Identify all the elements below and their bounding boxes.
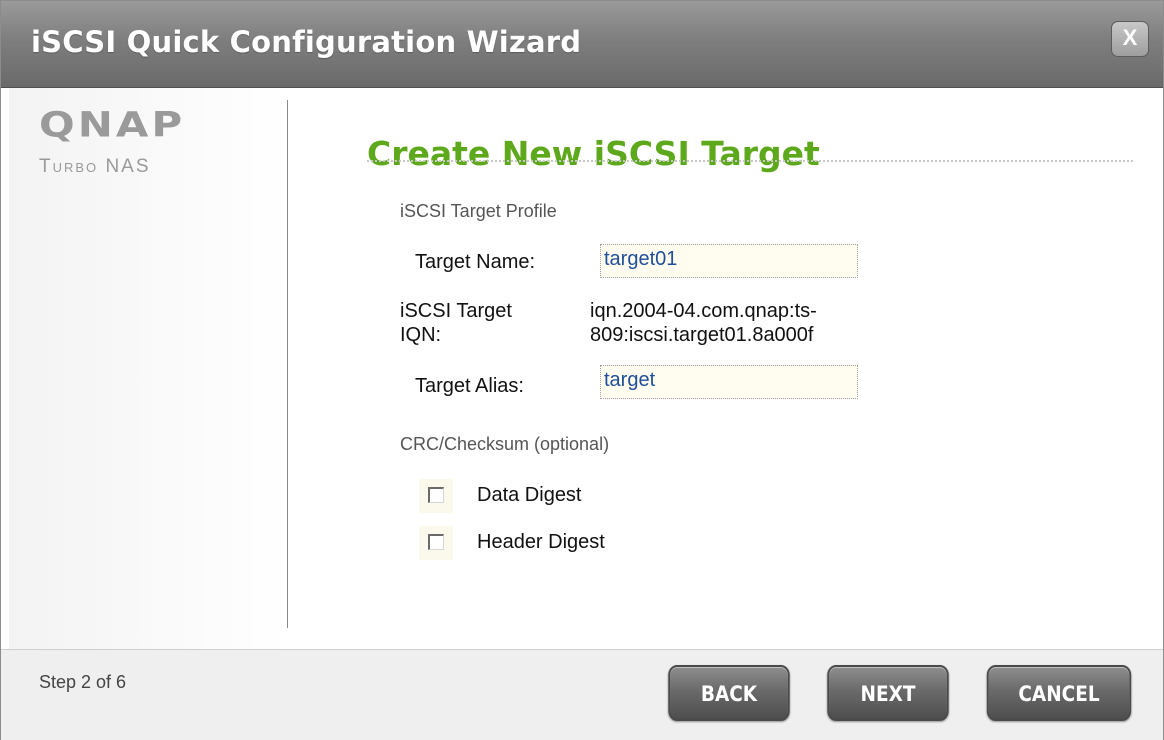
target-name-label: Target Name: [415, 251, 536, 273]
close-icon: X [1122, 25, 1138, 50]
wizard-window: iSCSI Quick Configuration Wizard X QNAP … [0, 0, 1164, 740]
target-alias-input[interactable]: target [600, 365, 858, 399]
qnap-logo: QNAP [39, 104, 186, 145]
target-alias-label: Target Alias: [415, 375, 524, 397]
title-bar: iSCSI Quick Configuration Wizard X [1, 1, 1163, 88]
iqn-label-line2: IQN: [400, 324, 442, 346]
next-button[interactable]: NEXT [827, 665, 949, 721]
data-digest-checkbox[interactable] [419, 479, 453, 513]
cancel-button[interactable]: CANCEL [986, 665, 1132, 721]
target-name-input[interactable]: target01 [600, 244, 858, 278]
iqn-label-line1: iSCSI Target [400, 300, 512, 322]
back-button[interactable]: BACK [668, 665, 790, 721]
logo-tagline: Turbo NAS [39, 156, 151, 177]
window-title: iSCSI Quick Configuration Wizard [31, 25, 582, 59]
header-digest-checkbox[interactable] [419, 526, 453, 560]
crc-section-label: CRC/Checksum (optional) [400, 434, 610, 454]
iqn-value: iqn.2004-04.com.qnap:ts- 809:iscsi.targe… [590, 299, 817, 347]
data-digest-label: Data Digest [477, 484, 582, 506]
target-profile-section-label: iSCSI Target Profile [400, 201, 557, 221]
iqn-value-line2: 809:iscsi.target01.8a000f [590, 324, 814, 346]
title-separator [367, 160, 1133, 162]
sidebar-divider [287, 100, 288, 628]
iqn-label: iSCSI Target IQN: [400, 299, 512, 347]
header-digest-label: Header Digest [477, 531, 605, 553]
close-button[interactable]: X [1111, 21, 1149, 57]
step-indicator: Step 2 of 6 [39, 672, 127, 692]
iqn-value-line1: iqn.2004-04.com.qnap:ts- [590, 300, 817, 322]
wizard-body: QNAP Turbo NAS Create New iSCSI Target i… [9, 88, 1155, 649]
wizard-footer: Step 2 of 6 BACK NEXT CANCEL [1, 649, 1163, 740]
page-title: Create New iSCSI Target [367, 134, 820, 173]
